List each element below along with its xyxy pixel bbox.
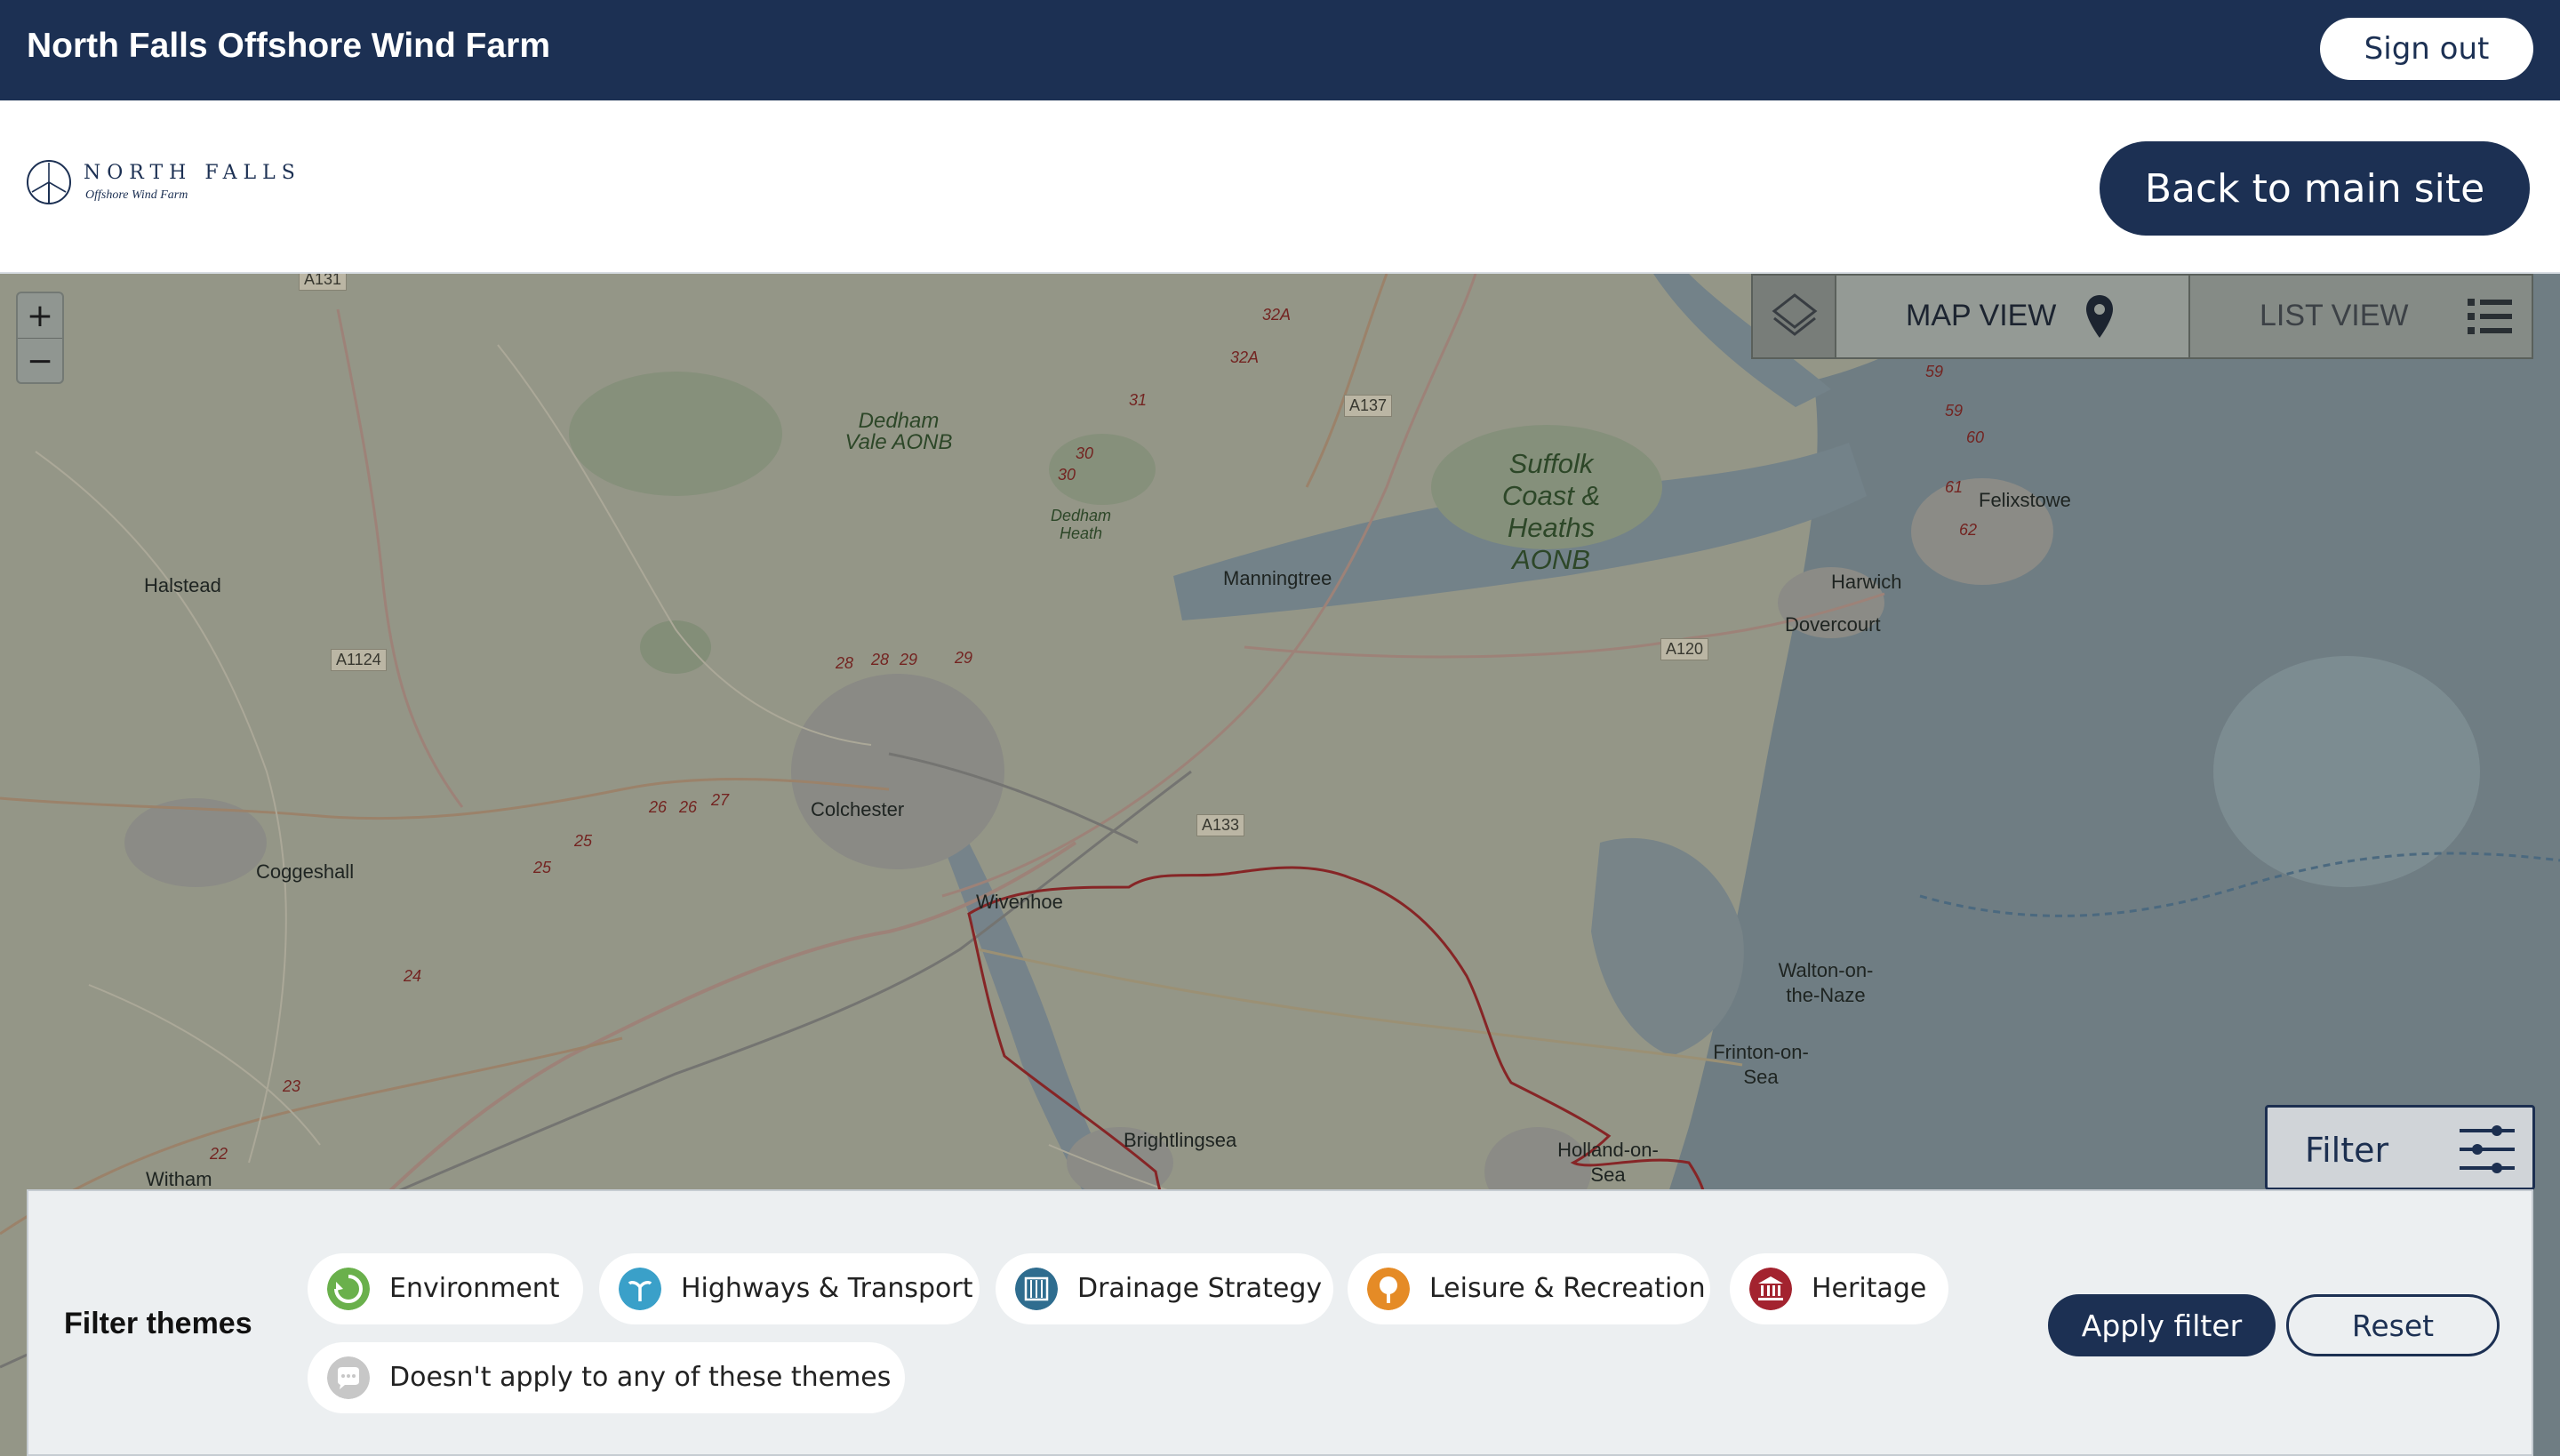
header: NORTH FALLS Offshore Wind Farm Back to m… <box>0 100 2560 274</box>
junction-label: 30 <box>1076 444 1094 462</box>
theme-label: Doesn't apply to any of these themes <box>389 1362 892 1393</box>
logo[interactable]: NORTH FALLS Offshore Wind Farm <box>25 158 309 212</box>
junction-label: 60 <box>1966 428 1985 446</box>
place-label: Walton-on-the-Naze <box>1778 959 1874 1006</box>
junction-label: 29 <box>900 651 918 668</box>
place-label: Frinton-on-Sea <box>1713 1041 1809 1088</box>
theme-chip-highways-transport[interactable]: Highways & Transport <box>599 1253 980 1324</box>
turbine-logo-icon <box>27 160 71 204</box>
theme-chip-heritage[interactable]: Heritage <box>1730 1253 1948 1324</box>
junction-label: 32A <box>1262 306 1292 324</box>
junction-label: 23 <box>283 1077 301 1095</box>
chat-icon <box>327 1356 370 1399</box>
theme-label: Environment <box>389 1273 560 1304</box>
filter-toggle-button[interactable]: Filter <box>2265 1105 2535 1190</box>
place-label: Felixstowe <box>1979 489 2071 511</box>
theme-label: Drainage Strategy <box>1077 1273 1323 1304</box>
junction-label: 22 <box>210 1145 228 1163</box>
theme-label: Heritage <box>1812 1273 1927 1304</box>
theme-chip-drainage-strategy[interactable]: Drainage Strategy <box>996 1253 1333 1324</box>
place-label: Coggeshall <box>256 860 355 883</box>
layers-icon <box>1772 293 1818 336</box>
zoom-control: + − <box>16 292 64 384</box>
back-to-main-site-button[interactable]: Back to main site <box>2100 141 2530 236</box>
zoom-out-button[interactable]: − <box>18 339 62 383</box>
aonb-label: Suffolk Coast & Heaths AONB <box>1501 448 1601 575</box>
junction-label: 32A <box>1230 348 1260 366</box>
junction-label: 28 <box>836 654 854 672</box>
layers-button[interactable] <box>1753 276 1836 357</box>
map-view-tab[interactable]: MAP VIEW <box>1836 276 2190 357</box>
leisure-icon <box>1367 1268 1410 1310</box>
place-label: Holland-on-Sea <box>1557 1139 1659 1186</box>
road-label: A137 <box>1344 395 1393 417</box>
theme-label: Leisure & Recreation <box>1429 1273 1706 1304</box>
sign-out-button[interactable]: Sign out <box>2320 18 2533 80</box>
place-label: Colchester <box>811 798 905 820</box>
junction-label: 25 <box>574 832 593 850</box>
place-label: Halstead <box>144 574 221 596</box>
map-view-label: MAP VIEW <box>1906 299 2057 332</box>
environment-icon <box>327 1268 370 1310</box>
theme-label: Highways & Transport <box>681 1273 973 1304</box>
zoom-in-button[interactable]: + <box>18 293 62 338</box>
logo-subtitle: Offshore Wind Farm <box>85 188 188 202</box>
junction-label: 26 <box>679 798 698 816</box>
view-toggle-bar: MAP VIEW LIST VIEW <box>1751 274 2533 359</box>
filter-panel-title: Filter themes <box>64 1307 252 1340</box>
filter-panel: Filter themes Environment Highways & Tra… <box>27 1189 2533 1456</box>
theme-chip-environment[interactable]: Environment <box>308 1253 583 1324</box>
junction-label: 30 <box>1058 466 1076 484</box>
junction-label: 59 <box>1925 363 1944 380</box>
junction-label: 31 <box>1129 391 1148 409</box>
junction-label: 24 <box>404 967 422 985</box>
filter-label: Filter <box>2305 1131 2389 1170</box>
place-label: Harwich <box>1831 571 1902 593</box>
place-label: Witham <box>146 1168 212 1190</box>
place-label: Brightlingsea <box>1124 1129 1237 1151</box>
list-view-tab[interactable]: LIST VIEW <box>2190 276 2532 357</box>
road-label: A1124 <box>331 649 387 671</box>
junction-label: 28 <box>871 651 890 668</box>
junction-label: 59 <box>1945 402 1964 420</box>
theme-chip-leisure-recreation[interactable]: Leisure & Recreation <box>1348 1253 1710 1324</box>
heritage-icon <box>1749 1268 1792 1310</box>
place-label: Dovercourt <box>1785 613 1881 636</box>
junction-label: 61 <box>1945 478 1964 496</box>
site-title: North Falls Offshore Wind Farm <box>27 27 551 65</box>
list-view-label: LIST VIEW <box>2260 299 2409 332</box>
list-icon <box>2468 299 2512 334</box>
place-label: Manningtree <box>1223 567 1332 589</box>
road-label: A120 <box>1660 638 1709 660</box>
reset-button[interactable]: Reset <box>2286 1294 2500 1356</box>
map-pin-icon <box>2086 295 2113 338</box>
top-bar: North Falls Offshore Wind Farm Sign out <box>0 0 2560 100</box>
junction-label: 29 <box>955 649 973 667</box>
theme-chip-none[interactable]: Doesn't apply to any of these themes <box>308 1342 905 1413</box>
drainage-icon <box>1015 1268 1058 1310</box>
road-label: A131 <box>299 274 348 291</box>
road-label: A133 <box>1196 814 1245 836</box>
place-label: Wivenhoe <box>976 891 1063 913</box>
junction-label: 26 <box>649 798 668 816</box>
transport-icon <box>619 1268 661 1310</box>
junction-label: 27 <box>711 791 730 809</box>
logo-name: NORTH FALLS <box>84 162 301 184</box>
sliders-icon <box>2460 1125 2515 1173</box>
aonb-label: Dedham Heath <box>1050 507 1112 542</box>
junction-label: 62 <box>1959 521 1978 539</box>
apply-filter-button[interactable]: Apply filter <box>2048 1294 2276 1356</box>
junction-label: 25 <box>533 859 552 876</box>
aonb-label: Dedham Vale AONB <box>844 409 953 454</box>
